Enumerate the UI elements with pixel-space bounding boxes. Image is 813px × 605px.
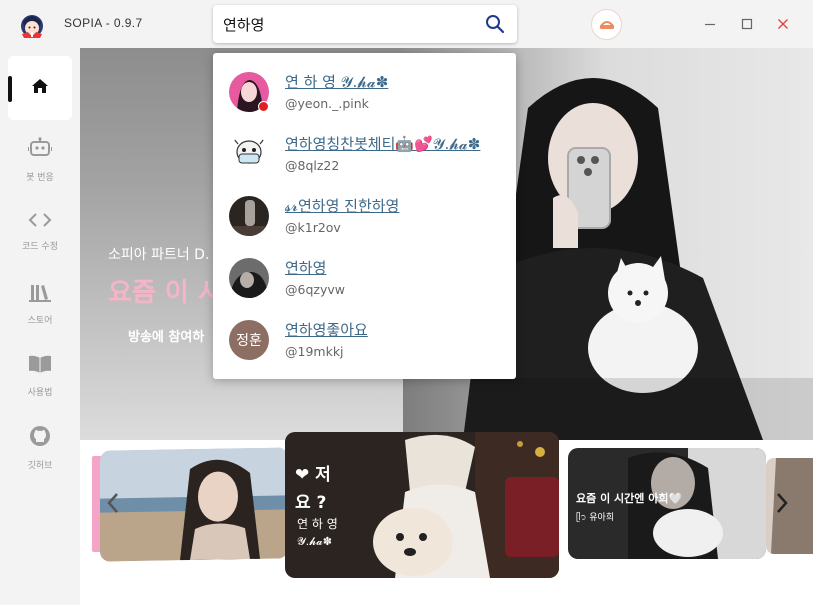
- robot-icon: [27, 137, 53, 164]
- carousel-card-1[interactable]: [100, 447, 288, 562]
- search-result-item[interactable]: 연 하 영 𝓨.𝓱𝓪✽ @yeon._.pink: [213, 61, 516, 123]
- card-2-line2: 요 ?: [295, 493, 327, 513]
- code-icon: [28, 212, 52, 233]
- sidebar-item-label: 코드 수정: [22, 242, 58, 252]
- sidebar-item-guide[interactable]: 사용법: [8, 344, 72, 408]
- sidebar-item-github[interactable]: 깃허브: [8, 416, 72, 480]
- search-input[interactable]: [223, 13, 473, 35]
- live-status-dot: [258, 101, 269, 112]
- active-indicator: [8, 76, 12, 102]
- library-icon: [29, 282, 51, 307]
- search-results-dropdown: 연 하 영 𝓨.𝓱𝓪✽ @yeon._.pink 연하영칭찬봇체티🤖💕𝓨.𝓱𝓪✽…: [213, 53, 516, 379]
- hero-title: 요즘 이 시: [108, 278, 222, 308]
- app-title: SOPIA - 0.9.7: [64, 16, 143, 30]
- sidebar-item-label: 봇 번응: [26, 173, 54, 183]
- avatar: [229, 196, 269, 236]
- book-icon: [28, 354, 52, 379]
- result-handle: @yeon._.pink: [285, 96, 369, 111]
- github-icon: [29, 425, 51, 452]
- sidebar-item-bot[interactable]: 봇 번응: [8, 128, 72, 192]
- result-name[interactable]: 연 하 영 𝓨.𝓱𝓪✽: [285, 71, 388, 92]
- search-result-item[interactable]: 정훈 연하영좋아요 @19mkkj: [213, 309, 516, 371]
- close-button[interactable]: [773, 14, 793, 34]
- home-icon: [30, 76, 50, 101]
- result-handle: @19mkkj: [285, 344, 344, 359]
- sidebar-item-label: 스토어: [27, 316, 53, 326]
- hero-subtitle: 소피아 파트너 D.: [108, 247, 210, 263]
- join-broadcast-button[interactable]: 방송에 참여하: [128, 326, 204, 345]
- maximize-button[interactable]: [737, 14, 757, 34]
- user-avatar[interactable]: [591, 9, 622, 40]
- avatar: [229, 258, 269, 298]
- card-image: [766, 458, 813, 554]
- card-image: [100, 447, 288, 562]
- search-icon[interactable]: [485, 14, 505, 34]
- search-bar: [213, 5, 517, 43]
- result-name[interactable]: 연하영좋아요: [285, 319, 368, 340]
- carousel-card-4[interactable]: [766, 458, 813, 554]
- search-result-item[interactable]: 연하영 @6qzyvw: [213, 247, 516, 309]
- card-2-line1: ❤ 저: [295, 465, 331, 485]
- card-2-line3: 연 하 영: [297, 517, 338, 531]
- minimize-button[interactable]: [700, 14, 720, 34]
- search-result-item[interactable]: 𝓼𝓻연하영 진한하영 @k1r2ov: [213, 185, 516, 247]
- title-bar: SOPIA - 0.9.7: [0, 0, 813, 48]
- result-handle: @6qzyvw: [285, 282, 345, 297]
- sidebar-item-store[interactable]: 스토어: [8, 272, 72, 336]
- carousel-next-arrow[interactable]: [775, 492, 789, 519]
- sidebar-item-label: 깃허브: [27, 461, 53, 471]
- carousel-card-3[interactable]: 요즘 이 시간엔 아희🤍 ᥫ᭡ 유아희: [568, 448, 766, 559]
- result-name[interactable]: 𝓼𝓻연하영 진한하영: [285, 195, 399, 216]
- carousel-card-2[interactable]: ❤ 저 요 ? 연 하 영 𝓨.𝓱𝓪✽: [285, 432, 559, 578]
- app-logo: [16, 8, 48, 40]
- sidebar: 봇 번응 코드 수정 스토어 사용법 깃허브: [0, 48, 80, 605]
- sidebar-item-home[interactable]: [8, 56, 72, 120]
- result-handle: @k1r2ov: [285, 220, 341, 235]
- card-3-title: 요즘 이 시간엔 아희🤍: [576, 492, 683, 505]
- result-name[interactable]: 연하영칭찬봇체티🤖💕𝓨.𝓱𝓪✽: [285, 133, 480, 154]
- card-3-subtitle: ᥫ᭡ 유아희: [576, 513, 615, 523]
- avatar: 정훈: [229, 320, 269, 360]
- search-result-item[interactable]: 연하영칭찬봇체티🤖💕𝓨.𝓱𝓪✽ @8qlz22: [213, 123, 516, 185]
- avatar-initials: 정훈: [236, 333, 262, 349]
- result-name[interactable]: 연하영: [285, 257, 326, 278]
- carousel-prev-arrow[interactable]: [106, 492, 120, 519]
- card-2-line4: 𝓨.𝓱𝓪✽: [297, 535, 332, 548]
- sidebar-item-code[interactable]: 코드 수정: [8, 200, 72, 264]
- sidebar-item-label: 사용법: [27, 388, 53, 398]
- result-handle: @8qlz22: [285, 158, 340, 173]
- avatar: [229, 134, 269, 174]
